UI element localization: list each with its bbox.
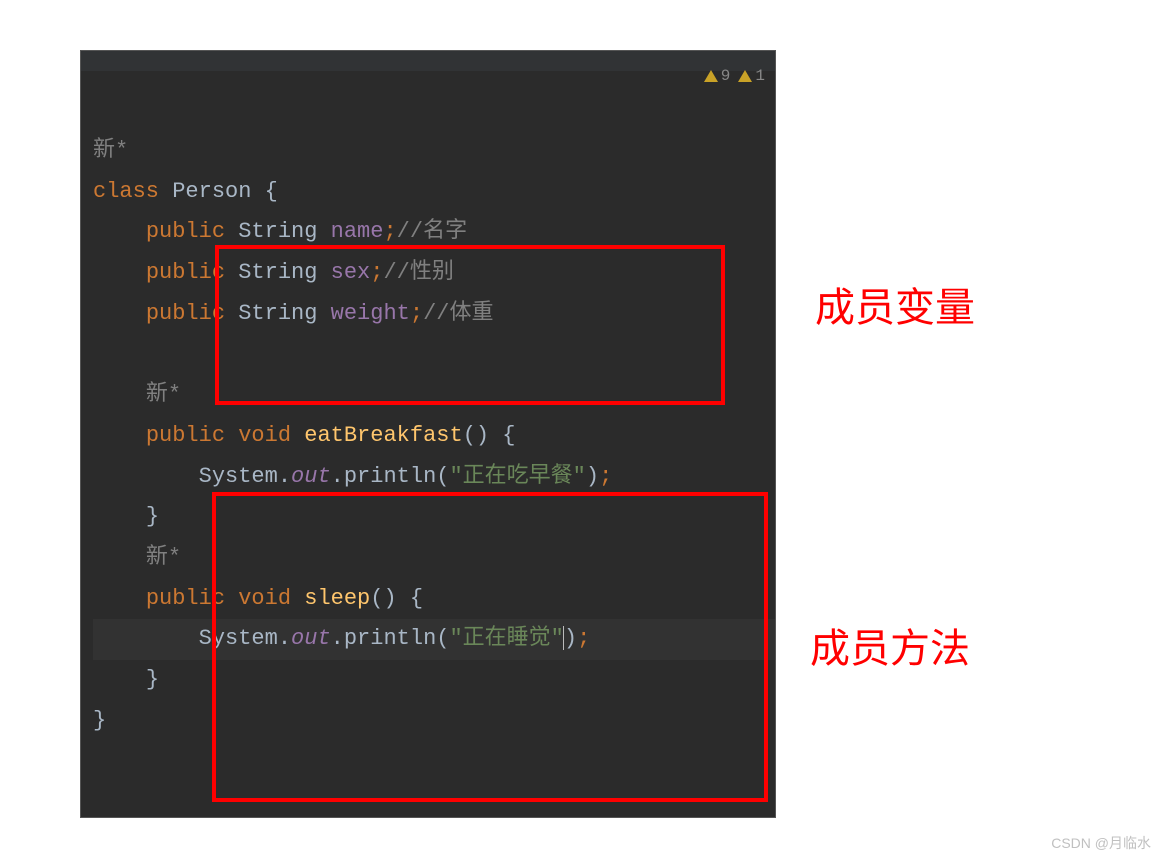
warning-item-2[interactable]: 1 — [738, 67, 765, 85]
code-editor[interactable]: 9 1 新* class Person { public String name… — [80, 50, 776, 818]
watermark: CSDN @月临水 — [1051, 833, 1151, 853]
code-line[interactable]: 新* — [93, 538, 775, 579]
code-line[interactable]: public String weight;//体重 — [93, 294, 775, 335]
code-line[interactable]: public String name;//名字 — [93, 212, 775, 253]
code-line[interactable]: 新* — [93, 131, 775, 172]
code-line[interactable] — [93, 334, 775, 375]
editor-topbar — [81, 51, 775, 71]
code-line[interactable]: public void eatBreakfast() { — [93, 416, 775, 457]
code-line[interactable]: } — [93, 660, 775, 701]
code-line[interactable]: 新* — [93, 375, 775, 416]
annotation-label-methods: 成员方法 — [810, 616, 970, 674]
code-area[interactable]: 新* class Person { public String name;//名… — [81, 71, 775, 741]
code-line[interactable]: public String sex;//性别 — [93, 253, 775, 294]
warning-count-2: 1 — [755, 67, 765, 85]
code-line[interactable]: } — [93, 497, 775, 538]
warnings-indicator[interactable]: 9 1 — [704, 67, 765, 85]
warning-item-1[interactable]: 9 — [704, 67, 731, 85]
warning-count-1: 9 — [721, 67, 731, 85]
code-line-active[interactable]: System.out.println("正在睡觉"); — [93, 619, 775, 660]
annotation-label-fields: 成员变量 — [815, 275, 975, 333]
code-line[interactable]: } — [93, 701, 775, 742]
warning-triangle-icon — [738, 70, 752, 82]
code-line[interactable]: System.out.println("正在吃早餐"); — [93, 457, 775, 498]
warning-triangle-icon — [704, 70, 718, 82]
code-line[interactable]: class Person { — [93, 172, 775, 213]
code-line[interactable]: public void sleep() { — [93, 579, 775, 620]
